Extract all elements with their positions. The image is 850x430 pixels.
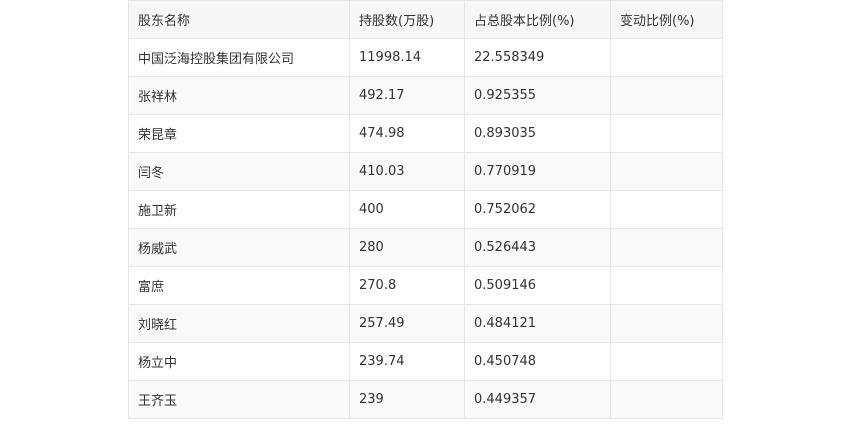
header-shareholder-name: 股东名称 — [128, 0, 350, 39]
cell-share-ratio: 0.450748 — [464, 342, 611, 381]
shareholder-table-container: 股东名称 持股数(万股) 占总股本比例(%) 变动比例(%) 中国泛海控股集团有… — [128, 0, 723, 419]
cell-shares-held: 400 — [349, 190, 465, 229]
cell-change-ratio — [610, 380, 723, 419]
cell-shareholder-name: 王齐玉 — [128, 380, 350, 419]
cell-shareholder-name: 张祥林 — [128, 76, 350, 115]
cell-shares-held: 492.17 — [349, 76, 465, 115]
cell-change-ratio — [610, 342, 723, 381]
cell-shares-held: 410.03 — [349, 152, 465, 191]
table-row: 杨威武 280 0.526443 — [128, 228, 723, 267]
cell-change-ratio — [610, 76, 723, 115]
cell-shareholder-name: 杨威武 — [128, 228, 350, 267]
cell-shareholder-name: 中国泛海控股集团有限公司 — [128, 38, 350, 77]
cell-change-ratio — [610, 266, 723, 305]
cell-shares-held: 239 — [349, 380, 465, 419]
cell-share-ratio: 0.509146 — [464, 266, 611, 305]
cell-share-ratio: 0.449357 — [464, 380, 611, 419]
table-row: 富庶 270.8 0.509146 — [128, 266, 723, 305]
cell-shares-held: 257.49 — [349, 304, 465, 343]
cell-shares-held: 239.74 — [349, 342, 465, 381]
cell-change-ratio — [610, 152, 723, 191]
table-row: 闫冬 410.03 0.770919 — [128, 152, 723, 191]
table-row: 张祥林 492.17 0.925355 — [128, 76, 723, 115]
cell-share-ratio: 0.925355 — [464, 76, 611, 115]
cell-shareholder-name: 闫冬 — [128, 152, 350, 191]
cell-shares-held: 11998.14 — [349, 38, 465, 77]
cell-change-ratio — [610, 114, 723, 153]
table-row: 施卫新 400 0.752062 — [128, 190, 723, 229]
table-row: 王齐玉 239 0.449357 — [128, 380, 723, 419]
shareholder-table: 股东名称 持股数(万股) 占总股本比例(%) 变动比例(%) 中国泛海控股集团有… — [128, 0, 723, 419]
cell-change-ratio — [610, 190, 723, 229]
table-header: 股东名称 持股数(万股) 占总股本比例(%) 变动比例(%) — [128, 0, 723, 39]
cell-share-ratio: 0.526443 — [464, 228, 611, 267]
table-row: 中国泛海控股集团有限公司 11998.14 22.558349 — [128, 38, 723, 77]
cell-shares-held: 270.8 — [349, 266, 465, 305]
header-shares-held: 持股数(万股) — [349, 0, 465, 39]
cell-shareholder-name: 荣昆章 — [128, 114, 350, 153]
table-row: 荣昆章 474.98 0.893035 — [128, 114, 723, 153]
cell-change-ratio — [610, 228, 723, 267]
cell-share-ratio: 0.893035 — [464, 114, 611, 153]
cell-share-ratio: 0.770919 — [464, 152, 611, 191]
table-row: 刘晓红 257.49 0.484121 — [128, 304, 723, 343]
cell-shareholder-name: 杨立中 — [128, 342, 350, 381]
table-row: 杨立中 239.74 0.450748 — [128, 342, 723, 381]
cell-shareholder-name: 富庶 — [128, 266, 350, 305]
header-share-ratio: 占总股本比例(%) — [464, 0, 611, 39]
cell-change-ratio — [610, 38, 723, 77]
header-change-ratio: 变动比例(%) — [610, 0, 723, 39]
cell-share-ratio: 0.484121 — [464, 304, 611, 343]
cell-shareholder-name: 施卫新 — [128, 190, 350, 229]
cell-shares-held: 280 — [349, 228, 465, 267]
cell-shares-held: 474.98 — [349, 114, 465, 153]
cell-change-ratio — [610, 304, 723, 343]
table-body: 中国泛海控股集团有限公司 11998.14 22.558349 张祥林 492.… — [128, 38, 723, 419]
cell-shareholder-name: 刘晓红 — [128, 304, 350, 343]
header-row: 股东名称 持股数(万股) 占总股本比例(%) 变动比例(%) — [128, 0, 723, 39]
cell-share-ratio: 0.752062 — [464, 190, 611, 229]
cell-share-ratio: 22.558349 — [464, 38, 611, 77]
